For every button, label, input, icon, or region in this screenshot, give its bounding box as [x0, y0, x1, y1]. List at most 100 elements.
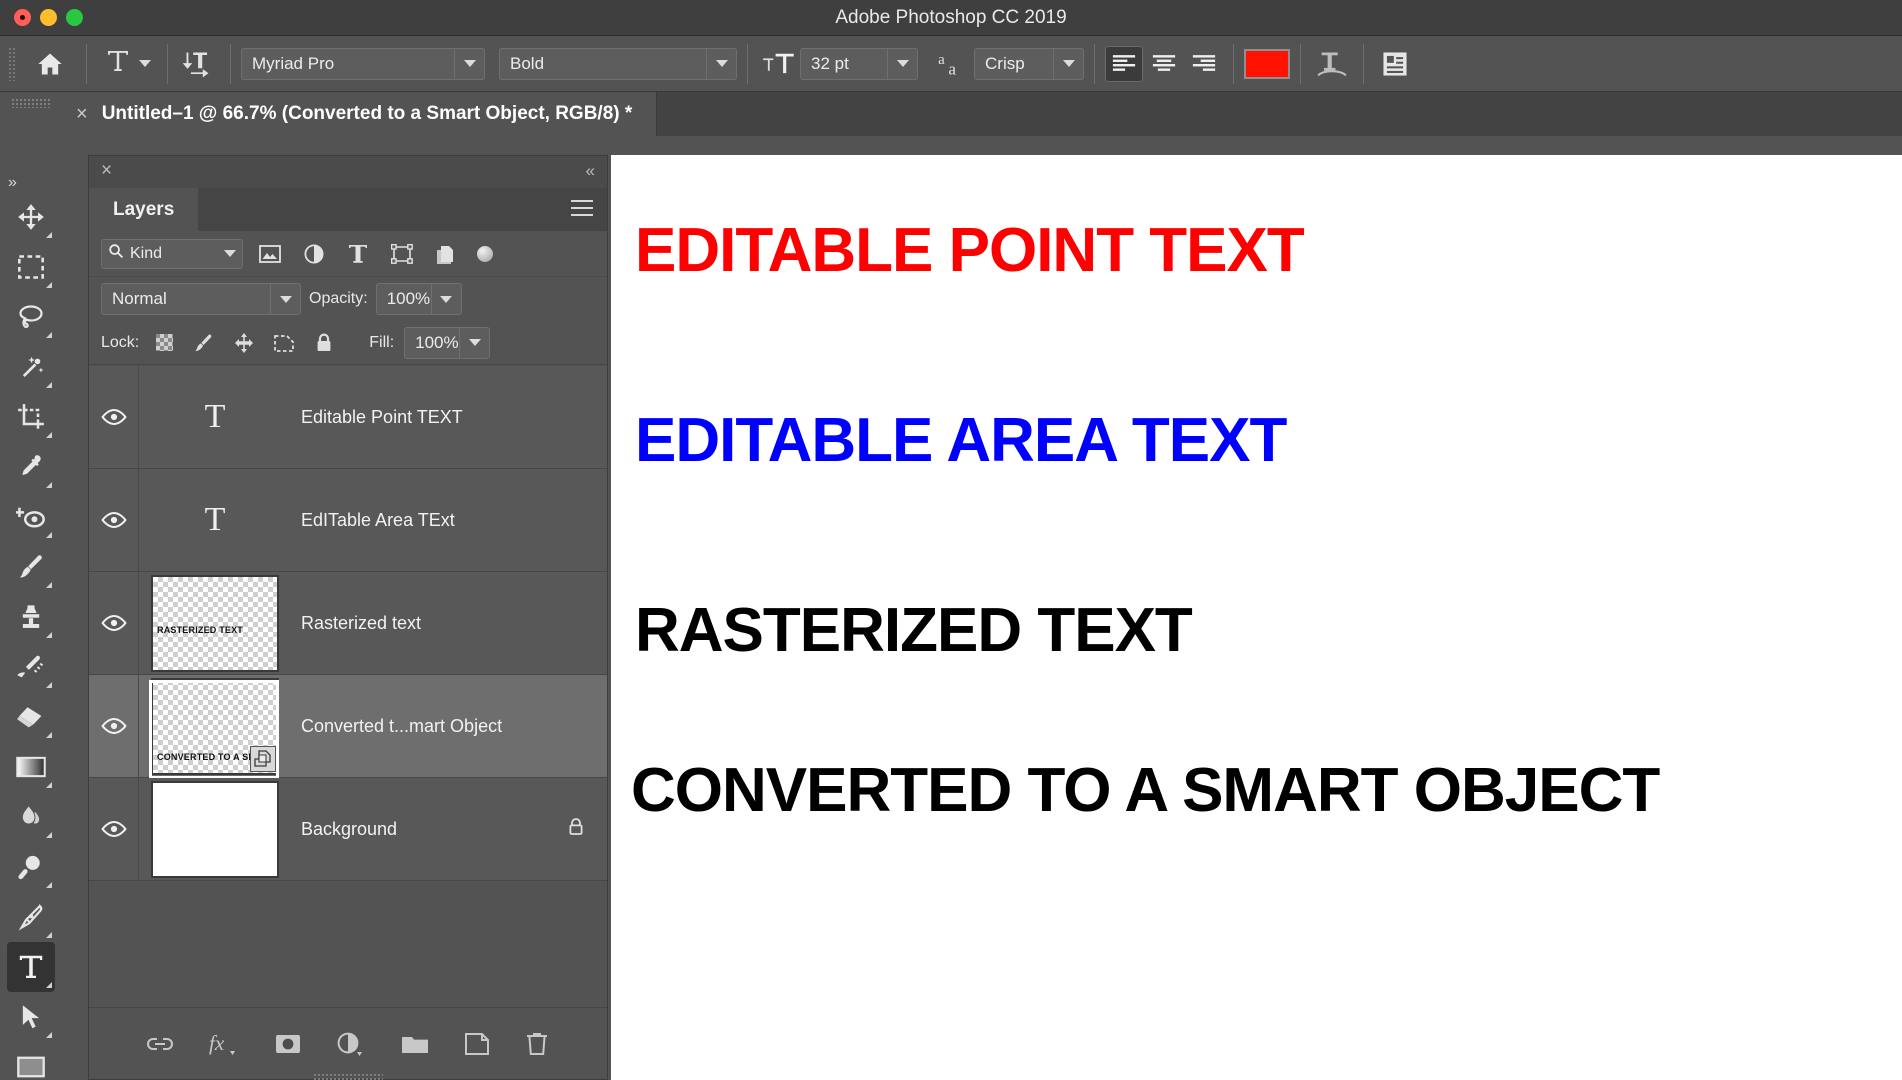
- layer-visibility-toggle[interactable]: [89, 572, 139, 674]
- type-tool[interactable]: [7, 942, 55, 992]
- object-selection-tool[interactable]: [7, 342, 55, 392]
- layer-thumbnail[interactable]: [139, 780, 291, 878]
- add-layer-mask-icon[interactable]: [274, 1033, 302, 1055]
- chevron-down-icon[interactable]: [430, 284, 461, 314]
- layer-thumbnail[interactable]: T: [139, 501, 291, 539]
- layer-filter-kind-select[interactable]: Kind: [101, 238, 243, 269]
- warp-text-icon[interactable]: [1311, 45, 1353, 83]
- opacity-input[interactable]: 100%: [375, 283, 462, 315]
- eyedropper-tool[interactable]: [7, 442, 55, 492]
- blend-mode-select[interactable]: Normal: [101, 283, 301, 315]
- tab-layers[interactable]: Layers: [89, 188, 199, 231]
- layer-style-fx-icon[interactable]: fx: [208, 1031, 240, 1057]
- align-right-button[interactable]: [1185, 46, 1223, 82]
- text-orientation-icon[interactable]: [178, 45, 220, 83]
- tool-preset-picker[interactable]: [97, 46, 157, 81]
- delete-layer-icon[interactable]: [524, 1031, 550, 1057]
- layer-visibility-toggle[interactable]: [89, 675, 139, 777]
- panel-top-bar: × «: [89, 156, 607, 188]
- layer-name[interactable]: Editable Point TEXT: [291, 407, 607, 428]
- brush-tool[interactable]: [7, 542, 55, 592]
- filter-adjustment-icon[interactable]: [297, 239, 331, 269]
- spot-healing-brush-tool[interactable]: [7, 492, 55, 542]
- filter-type-icon[interactable]: [341, 239, 375, 269]
- layer-thumbnail[interactable]: T: [139, 398, 291, 436]
- filter-pixel-icon[interactable]: [253, 239, 287, 269]
- lasso-tool[interactable]: [7, 292, 55, 342]
- chevron-down-icon[interactable]: [887, 48, 917, 79]
- dodge-tool[interactable]: [7, 842, 55, 892]
- options-bar-grip[interactable]: [8, 46, 16, 81]
- lock-transparent-pixels-icon[interactable]: [149, 330, 179, 356]
- lock-row: Lock: Fill: 100%: [89, 321, 607, 365]
- crop-tool[interactable]: [7, 392, 55, 442]
- font-family-select[interactable]: Myriad Pro: [241, 47, 485, 80]
- lock-artboard-nesting-icon[interactable]: [269, 330, 299, 356]
- tools-panel-grip[interactable]: [11, 98, 51, 108]
- layer-name[interactable]: EdITable Area TExt: [291, 510, 607, 531]
- chevron-down-icon[interactable]: [459, 327, 489, 358]
- close-icon[interactable]: ×: [101, 160, 112, 182]
- character-paragraph-panels-icon[interactable]: [1374, 45, 1416, 83]
- panel-resize-grip[interactable]: [313, 1073, 383, 1080]
- move-tool[interactable]: [7, 192, 55, 242]
- new-adjustment-layer-icon[interactable]: [336, 1031, 366, 1057]
- new-layer-icon[interactable]: [464, 1032, 490, 1056]
- document-tab-title: Untitled–1 @ 66.7% (Converted to a Smart…: [101, 103, 633, 124]
- new-group-icon[interactable]: [400, 1033, 430, 1055]
- chevron-down-icon[interactable]: [224, 250, 236, 257]
- lock-image-pixels-icon[interactable]: [189, 330, 219, 356]
- document-tab[interactable]: × Untitled–1 @ 66.7% (Converted to a Sma…: [62, 92, 658, 136]
- eraser-tool[interactable]: [7, 692, 55, 742]
- align-center-button[interactable]: [1145, 46, 1183, 82]
- close-icon[interactable]: ×: [76, 104, 88, 124]
- link-layers-icon[interactable]: [146, 1035, 174, 1053]
- background-thumbnail: [151, 780, 279, 878]
- layer-name[interactable]: Converted t...mart Object: [291, 716, 607, 737]
- layer-list[interactable]: T Editable Point TEXT T EdITable Area TE…: [89, 366, 607, 1007]
- lock-all-icon[interactable]: [309, 330, 339, 356]
- font-size-select[interactable]: 32 pt: [800, 47, 918, 80]
- chevron-down-icon[interactable]: [706, 48, 736, 79]
- expand-tools-icon[interactable]: »: [8, 174, 17, 192]
- filter-smart-object-icon[interactable]: [429, 239, 463, 269]
- layer-row[interactable]: RASTERIZED TEXT Rasterized text: [89, 572, 607, 675]
- layer-thumbnail[interactable]: CONVERTED TO A SMART OBJECT: [139, 677, 291, 779]
- canvas-area[interactable]: EDITABLE POINT TEXT EDITABLE AREA TEXT R…: [611, 155, 1902, 1080]
- align-left-button[interactable]: [1105, 45, 1143, 82]
- home-icon[interactable]: [24, 44, 76, 84]
- layer-name[interactable]: Background: [291, 819, 567, 840]
- fill-label: Fill:: [369, 333, 395, 351]
- font-style-select[interactable]: Bold: [499, 47, 737, 80]
- text-color-swatch[interactable]: [1244, 48, 1290, 79]
- lock-position-icon[interactable]: [229, 330, 259, 356]
- fill-input[interactable]: 100%: [404, 326, 491, 359]
- path-selection-tool[interactable]: [7, 992, 55, 1042]
- collapse-panel-icon[interactable]: «: [586, 161, 596, 181]
- layer-row[interactable]: Background: [89, 778, 607, 881]
- layer-visibility-toggle[interactable]: [89, 778, 139, 880]
- filter-shape-icon[interactable]: [385, 239, 419, 269]
- clone-stamp-tool[interactable]: [7, 592, 55, 642]
- rectangle-tool[interactable]: [7, 1042, 55, 1080]
- blur-tool[interactable]: [7, 792, 55, 842]
- layer-name[interactable]: Rasterized text: [291, 613, 607, 634]
- layer-row[interactable]: CONVERTED TO A SMART OBJECT Converted t.…: [89, 675, 607, 779]
- rectangular-marquee-tool[interactable]: [7, 242, 55, 292]
- layer-row[interactable]: T EdITable Area TExt: [89, 469, 607, 572]
- layer-visibility-toggle[interactable]: [89, 366, 139, 468]
- layer-row[interactable]: T Editable Point TEXT: [89, 366, 607, 469]
- layer-thumbnail[interactable]: RASTERIZED TEXT: [139, 574, 291, 672]
- gradient-tool[interactable]: [7, 742, 55, 792]
- pen-tool[interactable]: [7, 892, 55, 942]
- filter-toggle-icon[interactable]: [477, 245, 493, 262]
- panel-menu-icon[interactable]: [571, 200, 593, 221]
- history-brush-tool[interactable]: [7, 642, 55, 692]
- chevron-down-icon[interactable]: [1053, 48, 1083, 79]
- anti-aliasing-select[interactable]: Crisp: [974, 47, 1084, 80]
- chevron-down-icon[interactable]: [454, 48, 484, 79]
- layer-visibility-toggle[interactable]: [89, 469, 139, 571]
- tab-layers-label: Layers: [113, 198, 175, 220]
- chevron-down-icon[interactable]: [270, 284, 300, 314]
- layers-panel-bottom-bar: fx: [89, 1007, 607, 1080]
